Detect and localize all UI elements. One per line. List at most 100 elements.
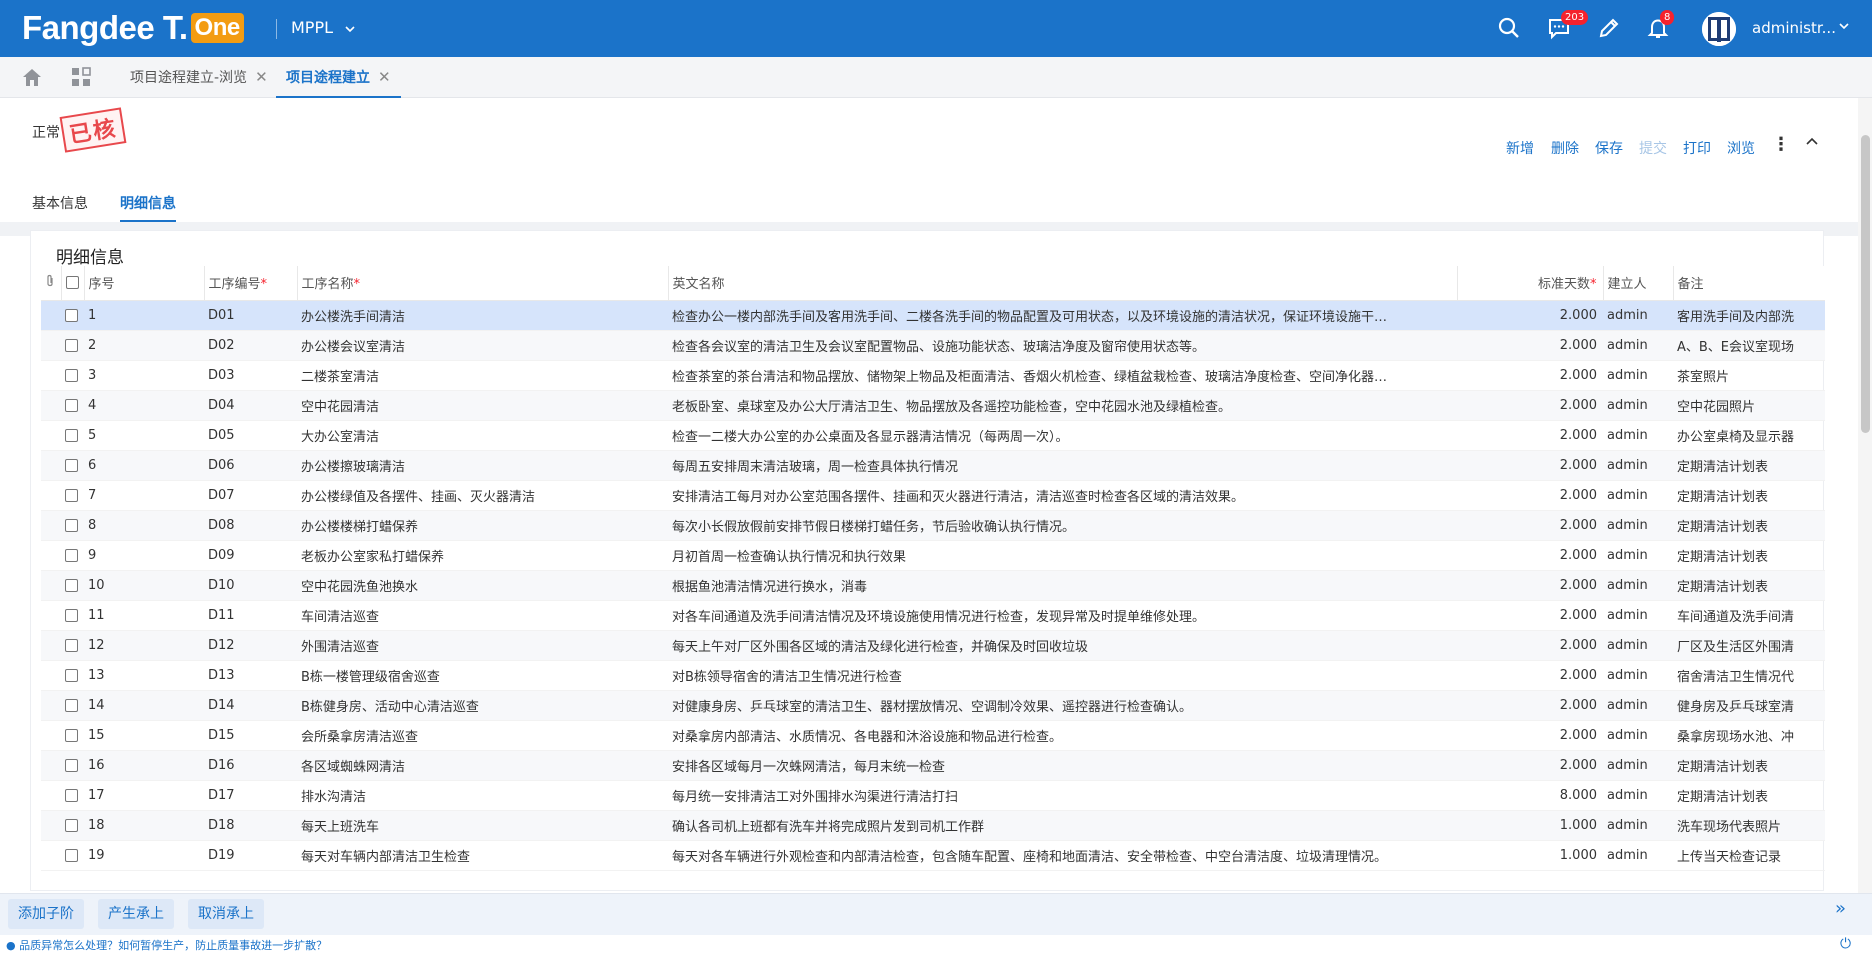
attachment-cell[interactable] — [41, 690, 61, 721]
close-icon[interactable]: ✕ — [378, 68, 391, 86]
remark-cell[interactable]: 定期清洁计划表 — [1673, 780, 1825, 811]
attachment-cell[interactable] — [41, 300, 61, 331]
name-cell[interactable]: 办公楼洗手间清洁 — [297, 300, 668, 331]
creator-cell[interactable]: admin — [1603, 330, 1673, 361]
remark-cell[interactable]: 车间通道及洗手间清 — [1673, 600, 1825, 631]
row-checkbox-cell[interactable] — [61, 750, 84, 781]
name-cell[interactable]: 办公楼会议室清洁 — [297, 330, 668, 361]
english-name-cell[interactable]: 对桑拿房内部清洁、水质情况、各电器和沐浴设施和物品进行检查。 — [668, 720, 1457, 751]
english-name-cell[interactable]: 根据鱼池清洁情况进行换水，消毒 — [668, 570, 1457, 601]
creator-cell[interactable]: admin — [1603, 480, 1673, 511]
row-checkbox-cell[interactable] — [61, 360, 84, 391]
code-cell[interactable]: D05 — [204, 420, 297, 451]
attachment-cell[interactable] — [41, 570, 61, 601]
more-vertical-icon[interactable]: ⋮ — [1772, 134, 1790, 155]
table-row[interactable]: 7 D07 办公楼绿值及各摆件、挂画、灭火器清洁 安排清洁工每月对办公室范围各摆件、挂… — [41, 480, 1825, 511]
column-header-code[interactable]: 工序编号* — [204, 266, 298, 301]
code-cell[interactable]: D09 — [204, 540, 297, 571]
remark-cell[interactable]: A、B、E会议室现场 — [1673, 330, 1825, 361]
company-switcher[interactable]: MPPL — [291, 18, 356, 37]
remark-cell[interactable]: 洗车现场代表照片 — [1673, 810, 1825, 841]
table-row[interactable]: 3 D03 二楼茶室清洁 检查茶室的茶台清洁和物品摆放、储物架上物品及柜面清洁、香烟火… — [41, 360, 1825, 391]
generate-inherit-button[interactable]: 产生承上 — [98, 899, 174, 929]
column-header-creator[interactable]: 建立人 — [1603, 266, 1674, 301]
standard-days-cell[interactable]: 2.000 — [1457, 570, 1603, 601]
table-row[interactable]: 14 D14 B栋健身房、活动中心清洁巡查 对健康身房、乒乓球室的清洁卫生、器材摆放情… — [41, 690, 1825, 721]
table-row[interactable]: 17 D17 排水沟清洁 每月统一安排清洁工对外围排水沟渠进行清洁打扫 8.000 adm… — [41, 780, 1825, 811]
row-checkbox-cell[interactable] — [61, 450, 84, 481]
seq-cell[interactable]: 3 — [84, 360, 204, 391]
name-cell[interactable]: 老板办公室家私打蜡保养 — [297, 540, 668, 571]
chevron-down-icon[interactable] — [1838, 20, 1850, 32]
seq-cell[interactable]: 6 — [84, 450, 204, 481]
remark-cell[interactable]: 宿舍清洁卫生情况代 — [1673, 660, 1825, 691]
code-cell[interactable]: D10 — [204, 570, 297, 601]
remark-cell[interactable]: 茶室照片 — [1673, 360, 1825, 391]
seq-cell[interactable]: 17 — [84, 780, 204, 811]
row-checkbox[interactable] — [65, 338, 78, 352]
creator-cell[interactable]: admin — [1603, 660, 1673, 691]
table-row[interactable]: 15 D15 会所桑拿房清洁巡查 对桑拿房内部清洁、水质情况、各电器和沐浴设施和物品进… — [41, 720, 1825, 751]
remark-cell[interactable]: 办公室桌椅及显示器 — [1673, 420, 1825, 451]
creator-cell[interactable]: admin — [1603, 300, 1673, 331]
code-cell[interactable]: D15 — [204, 720, 297, 751]
english-name-cell[interactable]: 检查茶室的茶台清洁和物品摆放、储物架上物品及柜面清洁、香烟火机检查、绿植盆栽检查… — [668, 360, 1457, 391]
standard-days-cell[interactable]: 2.000 — [1457, 330, 1603, 361]
code-cell[interactable]: D19 — [204, 840, 297, 871]
remark-cell[interactable]: 定期清洁计划表 — [1673, 480, 1825, 511]
english-name-cell[interactable]: 每天上午对厂区外围各区域的清洁及绿化进行检查，并确保及时回收垃圾 — [668, 630, 1457, 661]
select-all-checkbox[interactable] — [65, 276, 79, 290]
double-chevron-right-icon[interactable]: » — [1835, 898, 1846, 919]
attachment-cell[interactable] — [41, 330, 61, 361]
english-name-cell[interactable]: 每月统一安排清洁工对外围排水沟渠进行清洁打扫 — [668, 780, 1457, 811]
table-row[interactable]: 10 D10 空中花园洗鱼池换水 根据鱼池清洁情况进行换水，消毒 2.000 admin 定… — [41, 570, 1825, 601]
english-name-cell[interactable]: 确认各司机上班都有洗车并将完成照片发到司机工作群 — [668, 810, 1457, 841]
table-row[interactable]: 13 D13 B栋一楼管理级宿舍巡查 对B栋领导宿舍的清洁卫生情况进行检查 2.000 a… — [41, 660, 1825, 691]
row-checkbox[interactable] — [65, 638, 78, 652]
row-checkbox-cell[interactable] — [61, 480, 84, 511]
standard-days-cell[interactable]: 2.000 — [1457, 660, 1603, 691]
creator-cell[interactable]: admin — [1603, 780, 1673, 811]
attachment-cell[interactable] — [41, 510, 61, 541]
name-cell[interactable]: 车间清洁巡查 — [297, 600, 668, 631]
user-avatar[interactable] — [1702, 12, 1736, 46]
creator-cell[interactable]: admin — [1603, 420, 1673, 451]
remark-cell[interactable]: 定期清洁计划表 — [1673, 570, 1825, 601]
print-button[interactable]: 打印 — [1683, 138, 1711, 158]
english-name-cell[interactable]: 安排清洁工每月对办公室范围各摆件、挂画和灭火器进行清洁，清洁巡查时检查各区域的清… — [668, 480, 1457, 511]
apps-icon[interactable] — [71, 67, 91, 87]
attachment-cell[interactable] — [41, 780, 61, 811]
column-header-name[interactable]: 工序名称* — [297, 266, 669, 301]
browse-button[interactable]: 浏览 — [1727, 138, 1755, 158]
remark-cell[interactable]: 上传当天检查记录 — [1673, 840, 1825, 871]
table-row[interactable]: 12 D12 外围清洁巡查 每天上午对厂区外围各区域的清洁及绿化进行检查，并确保及时回… — [41, 630, 1825, 661]
standard-days-cell[interactable]: 2.000 — [1457, 420, 1603, 451]
code-cell[interactable]: D01 — [204, 300, 297, 331]
english-name-cell[interactable]: 安排各区域每月一次蛛网清洁，每月末统一检查 — [668, 750, 1457, 781]
row-checkbox-cell[interactable] — [61, 510, 84, 541]
code-cell[interactable]: D12 — [204, 630, 297, 661]
creator-cell[interactable]: admin — [1603, 510, 1673, 541]
tab-route-browse[interactable]: 项目途程建立-浏览 ✕ — [130, 57, 268, 98]
column-header-seq[interactable]: 序号 — [84, 266, 205, 301]
code-cell[interactable]: D16 — [204, 750, 297, 781]
english-name-cell[interactable]: 对健康身房、乒乓球室的清洁卫生、器材摆放情况、空调制冷效果、遥控器进行检查确认。 — [668, 690, 1457, 721]
name-cell[interactable]: 空中花园清洁 — [297, 390, 668, 421]
code-cell[interactable]: D08 — [204, 510, 297, 541]
row-checkbox[interactable] — [65, 518, 78, 532]
english-name-cell[interactable]: 每次小长假放假前安排节假日楼梯打蜡任务，节后验收确认执行情况。 — [668, 510, 1457, 541]
seq-cell[interactable]: 13 — [84, 660, 204, 691]
row-checkbox[interactable] — [65, 818, 78, 832]
standard-days-cell[interactable]: 1.000 — [1457, 840, 1603, 871]
table-row[interactable]: 5 D05 大办公室清洁 检查一二楼大办公室的办公桌面及各显示器清洁情况（每两周一次）… — [41, 420, 1825, 451]
row-checkbox-cell[interactable] — [61, 420, 84, 451]
row-checkbox[interactable] — [65, 728, 78, 742]
attachment-cell[interactable] — [41, 390, 61, 421]
add-child-button[interactable]: 添加子阶 — [8, 899, 84, 929]
remark-cell[interactable]: 空中花园照片 — [1673, 390, 1825, 421]
creator-cell[interactable]: admin — [1603, 450, 1673, 481]
select-all-column-header[interactable] — [61, 266, 85, 301]
attachment-cell[interactable] — [41, 750, 61, 781]
seq-cell[interactable]: 9 — [84, 540, 204, 571]
messages-button[interactable]: 203 — [1547, 10, 1589, 42]
